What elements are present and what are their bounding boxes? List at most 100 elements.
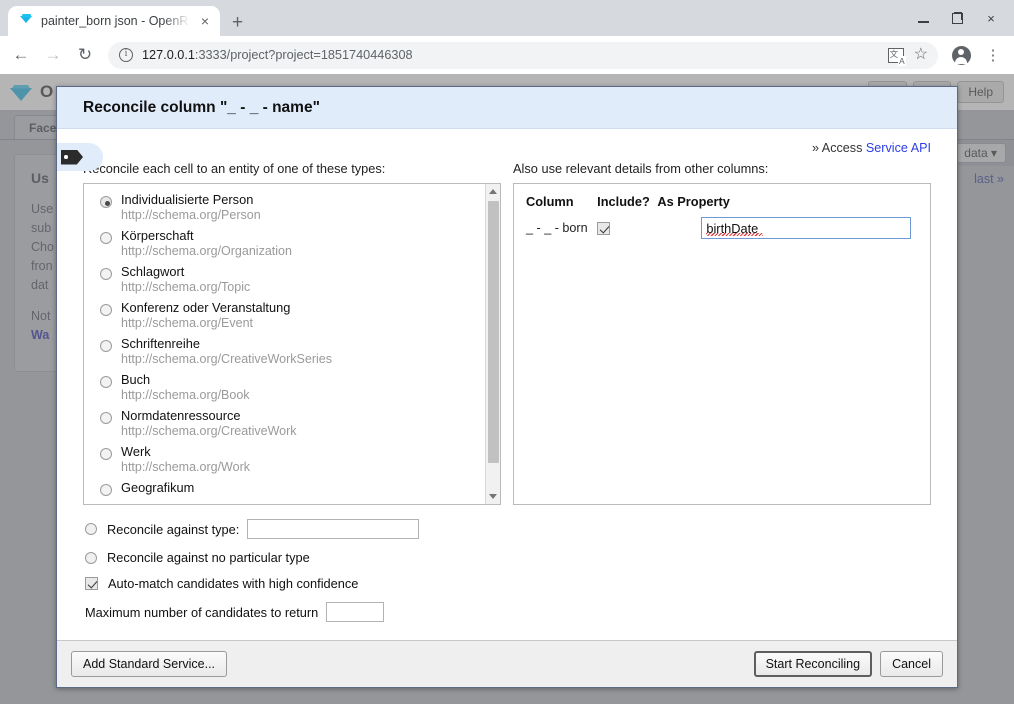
browser-window: painter_born json - OpenR × + × ← → ↻ 12… (0, 0, 1014, 704)
option-against-type[interactable]: Reconcile against type: (85, 519, 931, 539)
type-name: Normdatenressource (121, 408, 241, 423)
type-option[interactable]: Schriftenreihe http://schema.org/Creativ… (86, 334, 500, 370)
scroll-down-icon[interactable] (486, 489, 500, 504)
forward-icon[interactable]: → (38, 40, 68, 70)
type-uri: http://schema.org/CreativeWork (121, 424, 297, 438)
type-option[interactable]: Buch http://schema.org/Book (86, 370, 500, 406)
type-list-scrollbar[interactable] (485, 184, 500, 504)
radio-icon[interactable] (85, 551, 97, 564)
type-texts: Schriftenreihe http://schema.org/Creativ… (121, 336, 332, 367)
type-name: Konferenz oder Veranstaltung (121, 300, 291, 315)
type-list-inner: Individualisierte Person http://schema.o… (84, 184, 500, 499)
kebab-menu-icon[interactable]: ⋮ (978, 40, 1008, 70)
radio-icon[interactable] (100, 484, 112, 496)
type-option[interactable]: Werk http://schema.org/Work (86, 442, 500, 478)
type-texts: Buch http://schema.org/Book (121, 372, 250, 403)
scroll-up-icon[interactable] (486, 184, 500, 199)
service-tab-selected[interactable] (57, 143, 103, 171)
url-path: :3333/project?project=1851740446308 (194, 48, 413, 62)
type-name: Buch (121, 372, 151, 387)
type-texts: Normdatenressource http://schema.org/Cre… (121, 408, 297, 439)
details-pane-label: Also use relevant details from other col… (513, 161, 769, 176)
footer-primary-actions: Start Reconciling Cancel (753, 651, 943, 677)
back-icon[interactable]: ← (6, 40, 36, 70)
radio-icon[interactable] (100, 376, 112, 388)
radio-icon[interactable] (100, 196, 112, 208)
include-checkbox[interactable] (597, 222, 611, 236)
type-uri: http://schema.org/CreativeWorkSeries (121, 352, 332, 366)
service-api-link[interactable]: Service API (866, 141, 931, 155)
address-bar[interactable]: 127.0.0.1:3333/project?project=185174044… (108, 41, 938, 69)
type-texts: Schlagwort http://schema.org/Topic (121, 264, 250, 295)
row-include-cell (589, 215, 651, 241)
type-name: Körperschaft (121, 228, 194, 243)
max-candidates-input[interactable] (326, 602, 385, 622)
translate-icon[interactable] (887, 47, 906, 66)
type-texts: Geografikum (121, 480, 194, 495)
profile-avatar-icon[interactable] (946, 40, 976, 70)
scrollbar-thumb[interactable] (488, 201, 499, 463)
browser-tab[interactable]: painter_born json - OpenR × (8, 6, 220, 36)
property-input-wrap (701, 217, 912, 239)
against-type-input[interactable] (247, 519, 420, 539)
add-standard-service-button[interactable]: Add Standard Service... (71, 651, 228, 677)
details-table: Column Include? As Property _ - _ - born (526, 194, 918, 241)
row-property-cell (651, 215, 918, 241)
option-no-type[interactable]: Reconcile against no particular type (85, 550, 931, 565)
type-option[interactable]: Normdatenressource http://schema.org/Cre… (86, 406, 500, 442)
radio-icon[interactable] (100, 268, 112, 280)
cancel-button[interactable]: Cancel (880, 651, 943, 677)
type-name: Werk (121, 444, 151, 459)
type-option[interactable]: Individualisierte Person http://schema.o… (86, 190, 500, 226)
type-uri: http://schema.org/Work (121, 460, 250, 474)
radio-icon[interactable] (100, 448, 112, 460)
reconcile-dialog: Reconcile column "_ - _ - name" » Access… (56, 86, 958, 688)
type-uri: http://schema.org/Topic (121, 280, 251, 294)
radio-icon[interactable] (100, 232, 112, 244)
minimize-icon[interactable] (906, 3, 940, 33)
type-texts: Konferenz oder Veranstaltung http://sche… (121, 300, 290, 331)
tag-icon (61, 149, 83, 165)
type-uri: http://schema.org/Event (121, 316, 254, 330)
type-list[interactable]: Individualisierte Person http://schema.o… (83, 183, 501, 505)
close-window-icon[interactable]: × (974, 3, 1008, 33)
header-as-property: As Property (657, 194, 730, 209)
option-automatch[interactable]: Auto-match candidates with high confiden… (85, 576, 931, 591)
as-property-input[interactable] (701, 217, 912, 239)
details-pane: Also use relevant details from other col… (513, 161, 931, 505)
max-candidates-label: Maximum number of candidates to return (85, 604, 319, 620)
reload-icon[interactable]: ↻ (70, 40, 100, 70)
window-controls: × (906, 0, 1008, 36)
type-option[interactable]: Geografikum (86, 478, 500, 499)
radio-icon[interactable] (85, 523, 97, 535)
tab-title: painter_born json - OpenR (41, 14, 189, 28)
radio-icon[interactable] (100, 412, 112, 424)
start-reconciling-button[interactable]: Start Reconciling (753, 651, 873, 677)
new-tab-button[interactable]: + (232, 13, 243, 32)
types-pane: Reconcile each cell to an entity of one … (83, 161, 501, 505)
close-icon[interactable]: × (198, 12, 212, 30)
bookmark-star-icon[interactable]: ☆ (914, 47, 928, 63)
url-text: 127.0.0.1:3333/project?project=185174044… (142, 48, 413, 62)
type-option[interactable]: Schlagwort http://schema.org/Topic (86, 262, 500, 298)
automatch-checkbox[interactable] (85, 577, 98, 590)
row-column-name: _ - _ - born (526, 221, 588, 235)
access-service-api-row: » Access Service API (83, 129, 931, 161)
dialog-body: » Access Service API Reconcile each cell… (57, 129, 957, 640)
type-option[interactable]: Körperschaft http://schema.org/Organizat… (86, 226, 500, 262)
radio-icon[interactable] (100, 304, 112, 316)
types-pane-label: Reconcile each cell to an entity of one … (83, 161, 386, 176)
diamond-icon (20, 15, 33, 28)
maximize-icon[interactable] (940, 3, 974, 33)
type-name: Geografikum (121, 480, 195, 495)
type-texts: Individualisierte Person http://schema.o… (121, 192, 261, 223)
radio-icon[interactable] (100, 340, 112, 352)
navigation-bar: ← → ↻ 127.0.0.1:3333/project?project=185… (0, 36, 1014, 74)
site-info-icon[interactable] (119, 48, 133, 62)
table-header-row: Column Include? As Property (526, 194, 918, 215)
type-option[interactable]: Konferenz oder Veranstaltung http://sche… (86, 298, 500, 334)
no-type-label: Reconcile against no particular type (107, 550, 310, 565)
tab-strip: painter_born json - OpenR × + × (0, 0, 1014, 36)
reconcile-options: Reconcile against type: Reconcile agains… (83, 505, 931, 622)
table-row: _ - _ - born (526, 215, 918, 241)
